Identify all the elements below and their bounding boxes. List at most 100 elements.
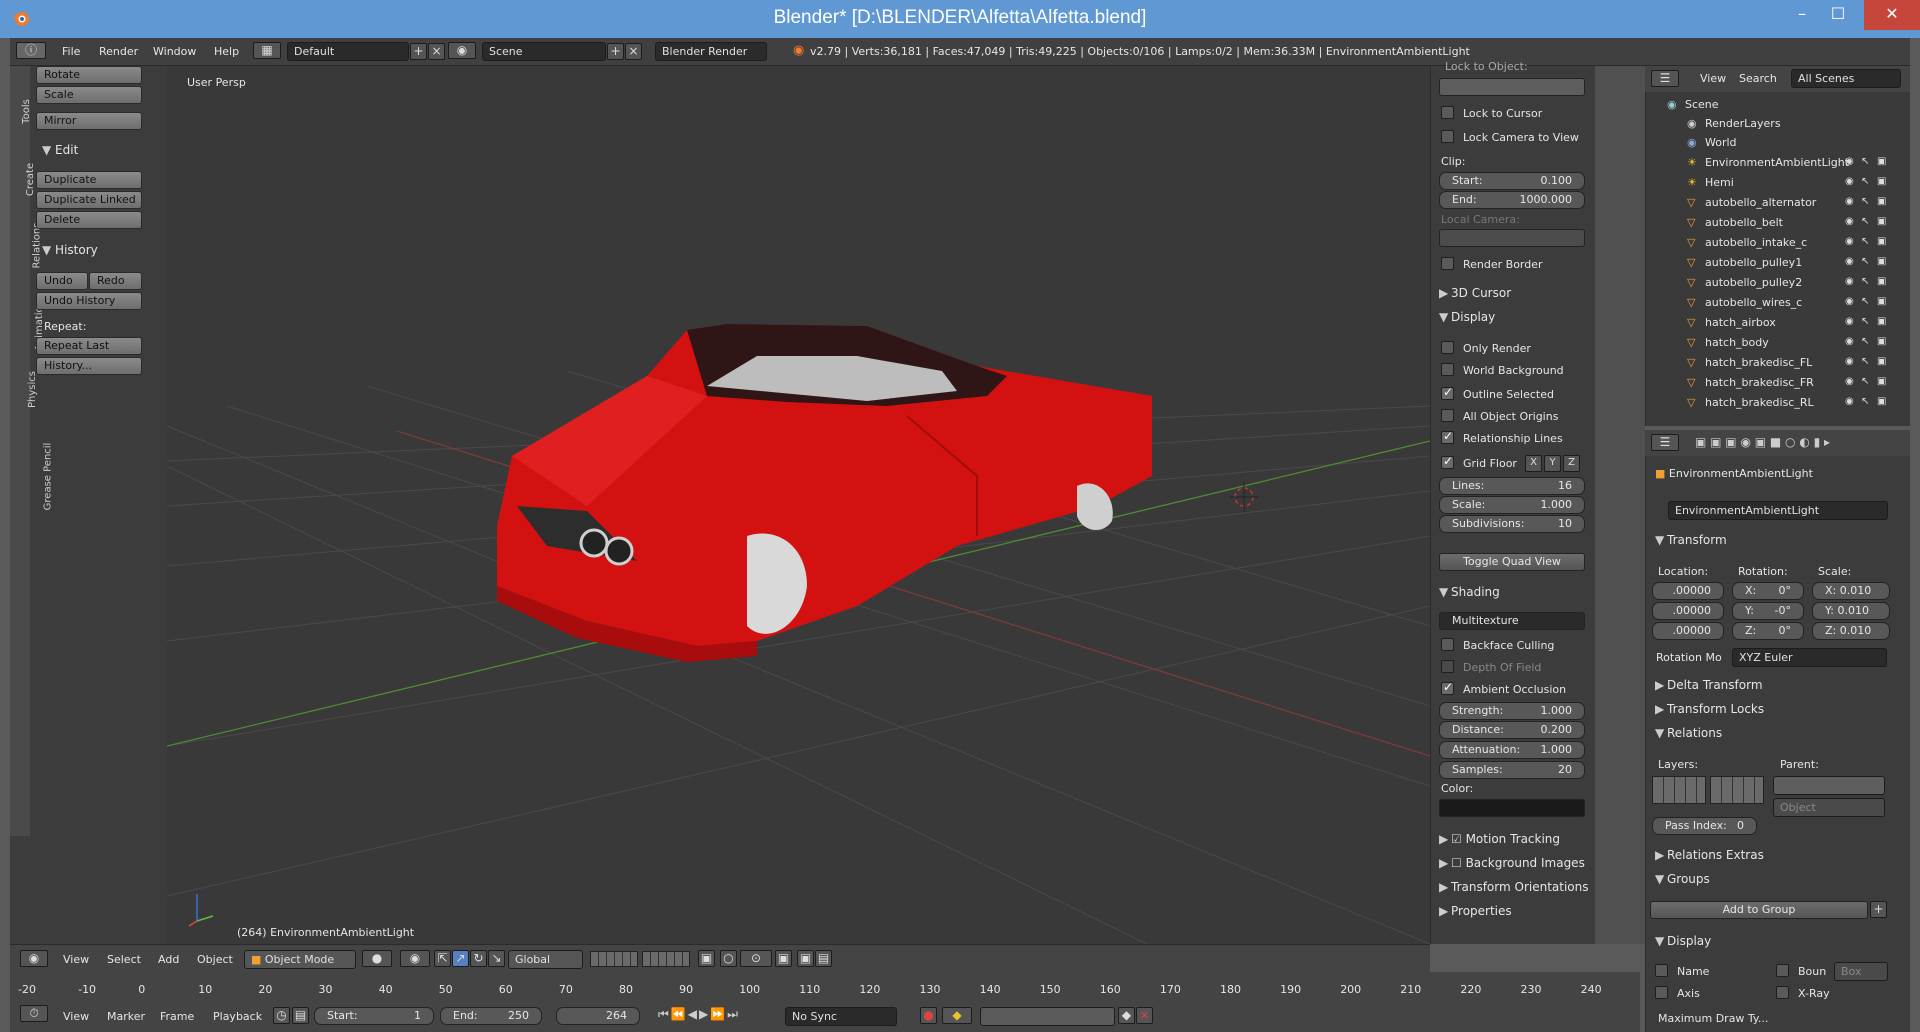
lock-camera-checkbox[interactable]: [1441, 130, 1454, 143]
end-frame-field[interactable]: End: 250: [440, 1007, 542, 1025]
eye-icon[interactable]: ◉: [1845, 316, 1854, 327]
ao-distance-field[interactable]: Distance: 0.200: [1439, 721, 1585, 739]
add-to-group-button[interactable]: Add to Group: [1650, 901, 1868, 919]
local-camera-field[interactable]: [1439, 229, 1585, 247]
grid-floor-checkbox[interactable]: [1441, 454, 1454, 469]
eye-icon[interactable]: ◉: [1845, 336, 1854, 347]
clip-start-field[interactable]: Start: 0.100: [1439, 172, 1585, 190]
snap-toggle-icon[interactable]: ⊙: [740, 950, 772, 967]
vp-select-menu[interactable]: Select: [107, 953, 141, 966]
menu-help[interactable]: Help: [214, 45, 239, 58]
render-icon[interactable]: ▣: [1877, 276, 1886, 287]
scene-field[interactable]: Scene: [482, 42, 606, 61]
world-background-checkbox[interactable]: [1441, 363, 1454, 376]
object-name-field[interactable]: EnvironmentAmbientLight: [1668, 501, 1888, 520]
eye-icon[interactable]: ◉: [1845, 356, 1854, 367]
eye-icon[interactable]: ◉: [1845, 196, 1854, 207]
outliner-view-menu[interactable]: View: [1700, 72, 1726, 85]
opengl-render-icon[interactable]: ▣: [797, 950, 814, 967]
grid-lines-field[interactable]: Lines: 16: [1439, 477, 1585, 495]
scale-button[interactable]: Scale: [36, 86, 142, 104]
outliner-row[interactable]: ▽ hatch_body ◉ ↖ ▣: [1645, 333, 1895, 353]
loc-y-field[interactable]: .00000: [1652, 602, 1724, 620]
shading-select-icon[interactable]: ●: [362, 950, 392, 967]
display-axis-checkbox[interactable]: [1655, 986, 1668, 999]
eye-icon[interactable]: ◉: [1845, 156, 1854, 167]
cursor-icon[interactable]: ↖: [1861, 296, 1869, 307]
tl-playback-menu[interactable]: Playback: [213, 1010, 262, 1023]
cursor-icon[interactable]: ↖: [1861, 216, 1869, 227]
add-scene-button[interactable]: +: [607, 43, 624, 60]
parent-field[interactable]: [1773, 776, 1885, 795]
transform-orientations-section[interactable]: ▶ Transform Orientations: [1439, 880, 1589, 894]
display-section[interactable]: ▼ Display: [1439, 310, 1495, 324]
clip-end-field[interactable]: End: 1000.000: [1439, 191, 1585, 209]
grid-subdiv-field[interactable]: Subdivisions: 10: [1439, 515, 1585, 533]
transform-locks-panel[interactable]: ▶ Transform Locks: [1655, 702, 1764, 716]
outliner-row[interactable]: ▽ hatch_brakedisc_RL ◉ ↖ ▣: [1645, 393, 1895, 413]
viewport-type-icon[interactable]: ◉: [20, 950, 48, 967]
only-render-checkbox[interactable]: [1441, 341, 1454, 354]
axis-z-toggle[interactable]: Z: [1563, 455, 1580, 472]
cursor-icon[interactable]: ↖: [1861, 336, 1869, 347]
close-button[interactable]: ✕: [1864, 0, 1920, 30]
render-icon[interactable]: ▣: [1877, 316, 1886, 327]
eye-icon[interactable]: ◉: [1845, 296, 1854, 307]
outliner-row[interactable]: ▽ autobello_alternator ◉ ↖ ▣: [1645, 193, 1895, 213]
outliner-row[interactable]: ☀ Hemi ◉ ↖ ▣: [1645, 173, 1895, 193]
render-icon[interactable]: ▣: [1877, 296, 1886, 307]
eye-icon[interactable]: ◉: [1845, 216, 1854, 227]
groups-panel[interactable]: ▼ Groups: [1655, 872, 1710, 886]
render-icon[interactable]: ▣: [1877, 256, 1886, 267]
scl-x-field[interactable]: X: 0.010: [1812, 582, 1890, 600]
cursor-icon[interactable]: ↖: [1861, 256, 1869, 267]
relationship-lines-checkbox[interactable]: [1441, 429, 1454, 444]
cursor-section[interactable]: ▶ 3D Cursor: [1439, 286, 1511, 300]
scale-manipulator-icon[interactable]: ↘: [488, 950, 505, 967]
outliner-search-menu[interactable]: Search: [1739, 72, 1777, 85]
3d-cursor-icon[interactable]: [1229, 482, 1259, 512]
menu-render[interactable]: Render: [99, 45, 138, 58]
eye-icon[interactable]: ◉: [1845, 236, 1854, 247]
shading-mode-select[interactable]: Multitexture: [1439, 612, 1585, 630]
menu-file[interactable]: File: [62, 45, 80, 58]
outliner-row[interactable]: ▽ hatch_airbox ◉ ↖ ▣: [1645, 313, 1895, 333]
layer-lock-icon[interactable]: ▣: [698, 950, 715, 967]
cursor-icon[interactable]: ↖: [1861, 356, 1869, 367]
duplicate-button[interactable]: Duplicate: [36, 171, 142, 189]
layers-buttons-a[interactable]: [590, 951, 638, 967]
layers-grid-b[interactable]: [1710, 776, 1764, 804]
cursor-icon[interactable]: ↖: [1861, 276, 1869, 287]
3d-viewport[interactable]: User Persp (264) EnvironmentAmbientLight: [167, 66, 1430, 944]
mode-select[interactable]: ■ Object Mode: [244, 950, 356, 969]
layers-grid-a[interactable]: [1652, 776, 1706, 804]
ao-attenuation-field[interactable]: Attenuation: 1.000: [1439, 741, 1585, 759]
outliner-row[interactable]: ▽ autobello_intake_c ◉ ↖ ▣: [1645, 233, 1895, 253]
redo-button[interactable]: Redo: [89, 272, 142, 290]
render-icon[interactable]: ▣: [1877, 356, 1886, 367]
render-icon[interactable]: ▣: [1877, 336, 1886, 347]
pivot-select-icon[interactable]: ◉: [400, 950, 430, 967]
delta-transform-panel[interactable]: ▶ Delta Transform: [1655, 678, 1763, 692]
manipulator-toggle-icon[interactable]: ⇱: [434, 950, 451, 967]
undo-history-button[interactable]: Undo History: [36, 292, 142, 310]
vp-object-menu[interactable]: Object: [197, 953, 233, 966]
eye-icon[interactable]: ◉: [1845, 376, 1854, 387]
tl-frame-menu[interactable]: Frame: [160, 1010, 194, 1023]
proportional-edit-icon[interactable]: ○: [720, 950, 737, 967]
outliner-row[interactable]: ▽ autobello_wires_c ◉ ↖ ▣: [1645, 293, 1895, 313]
record-icon[interactable]: ●: [920, 1007, 937, 1024]
shading-section[interactable]: ▼ Shading: [1439, 585, 1500, 599]
outliner-row[interactable]: ▽ hatch_brakedisc_FR ◉ ↖ ▣: [1645, 373, 1895, 393]
eye-icon[interactable]: ◉: [1845, 396, 1854, 407]
cursor-icon[interactable]: ↖: [1861, 176, 1869, 187]
all-origins-checkbox[interactable]: [1441, 409, 1454, 422]
outliner-row[interactable]: ▽ autobello_pulley1 ◉ ↖ ▣: [1645, 253, 1895, 273]
rotate-manipulator-icon[interactable]: ↻: [470, 950, 487, 967]
render-icon[interactable]: ▣: [1877, 236, 1886, 247]
insert-keyframe-icon[interactable]: ◆: [1118, 1007, 1135, 1024]
outliner-type-icon[interactable]: ☰: [1651, 70, 1679, 87]
rotate-button[interactable]: Rotate: [36, 66, 142, 84]
translate-manipulator-icon[interactable]: ↗: [452, 950, 469, 967]
lock-object-field[interactable]: [1439, 78, 1585, 96]
